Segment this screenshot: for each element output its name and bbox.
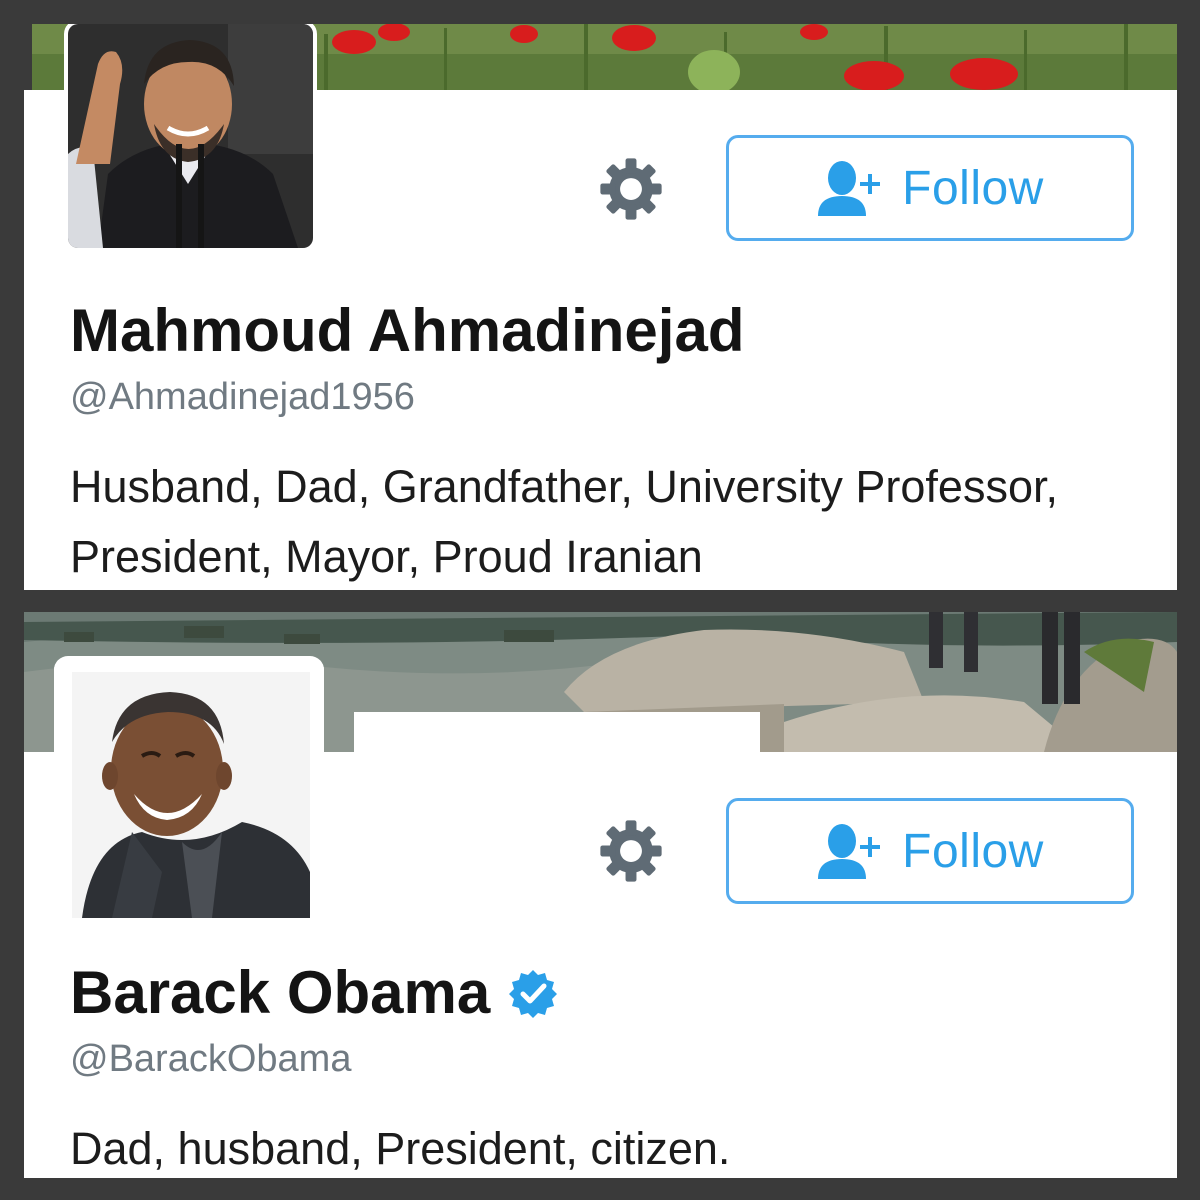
follow-button[interactable]: Follow: [726, 798, 1134, 904]
settings-gear-icon[interactable]: [596, 154, 666, 224]
display-name: Mahmoud Ahmadinejad: [70, 296, 744, 365]
add-user-icon: [816, 158, 884, 218]
settings-gear-icon[interactable]: [596, 816, 666, 886]
profile-avatar[interactable]: [54, 656, 324, 918]
follow-label: Follow: [902, 161, 1044, 215]
profile-bio: Husband, Dad, Grandfather, University Pr…: [70, 461, 1058, 582]
user-handle[interactable]: @Ahmadinejad1956: [70, 376, 415, 419]
display-name-text: Barack Obama: [70, 959, 491, 1026]
follow-button[interactable]: Follow: [726, 135, 1134, 241]
profile-card-obama: Follow Barack Obama @BarackObama Dad, hu…: [24, 612, 1177, 1178]
follow-label: Follow: [902, 824, 1044, 878]
profile-bio: Dad, husband, President, citizen.: [70, 1123, 731, 1174]
display-name-text: Mahmoud Ahmadinejad: [70, 297, 745, 364]
user-handle[interactable]: @BarackObama: [70, 1038, 351, 1081]
profile-card-ahmadinejad: Follow Mahmoud Ahmadinejad @Ahmadinejad1…: [24, 24, 1177, 590]
verified-badge-icon: [508, 968, 558, 1018]
display-name: Barack Obama: [70, 958, 558, 1027]
profile-avatar[interactable]: [64, 24, 317, 252]
add-user-icon: [816, 821, 884, 881]
